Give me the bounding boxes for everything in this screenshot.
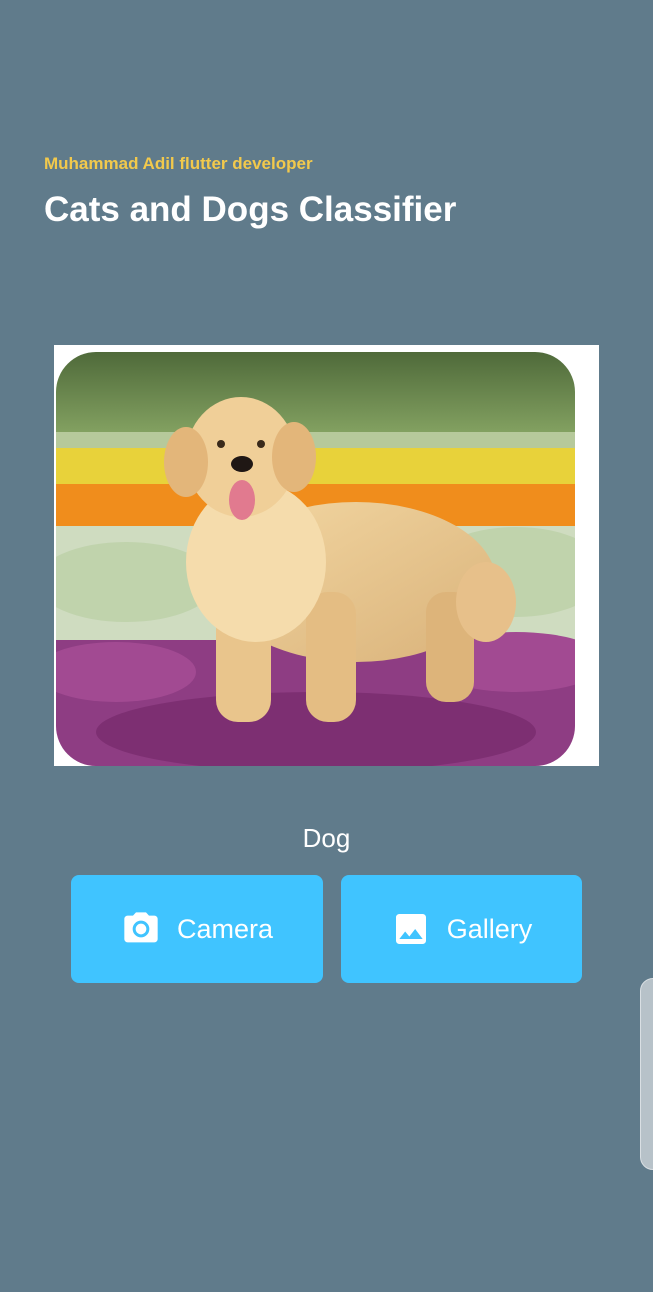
dog-photo [56, 352, 575, 766]
selected-image [56, 352, 575, 766]
camera-icon [121, 909, 161, 949]
gallery-button[interactable]: Gallery [341, 875, 582, 983]
developer-subtitle: Muhammad Adil flutter developer [44, 154, 313, 173]
camera-button-label: Camera [176, 913, 274, 944]
page-title: Cats and Dogs Classifier [44, 190, 457, 229]
image-icon [391, 909, 431, 949]
camera-button[interactable]: Camera [71, 875, 323, 983]
edge-panel-handle[interactable] [640, 978, 653, 1170]
gallery-button-label: Gallery [446, 913, 533, 944]
classification-result: Dog [302, 823, 351, 853]
image-preview-frame [54, 345, 599, 766]
